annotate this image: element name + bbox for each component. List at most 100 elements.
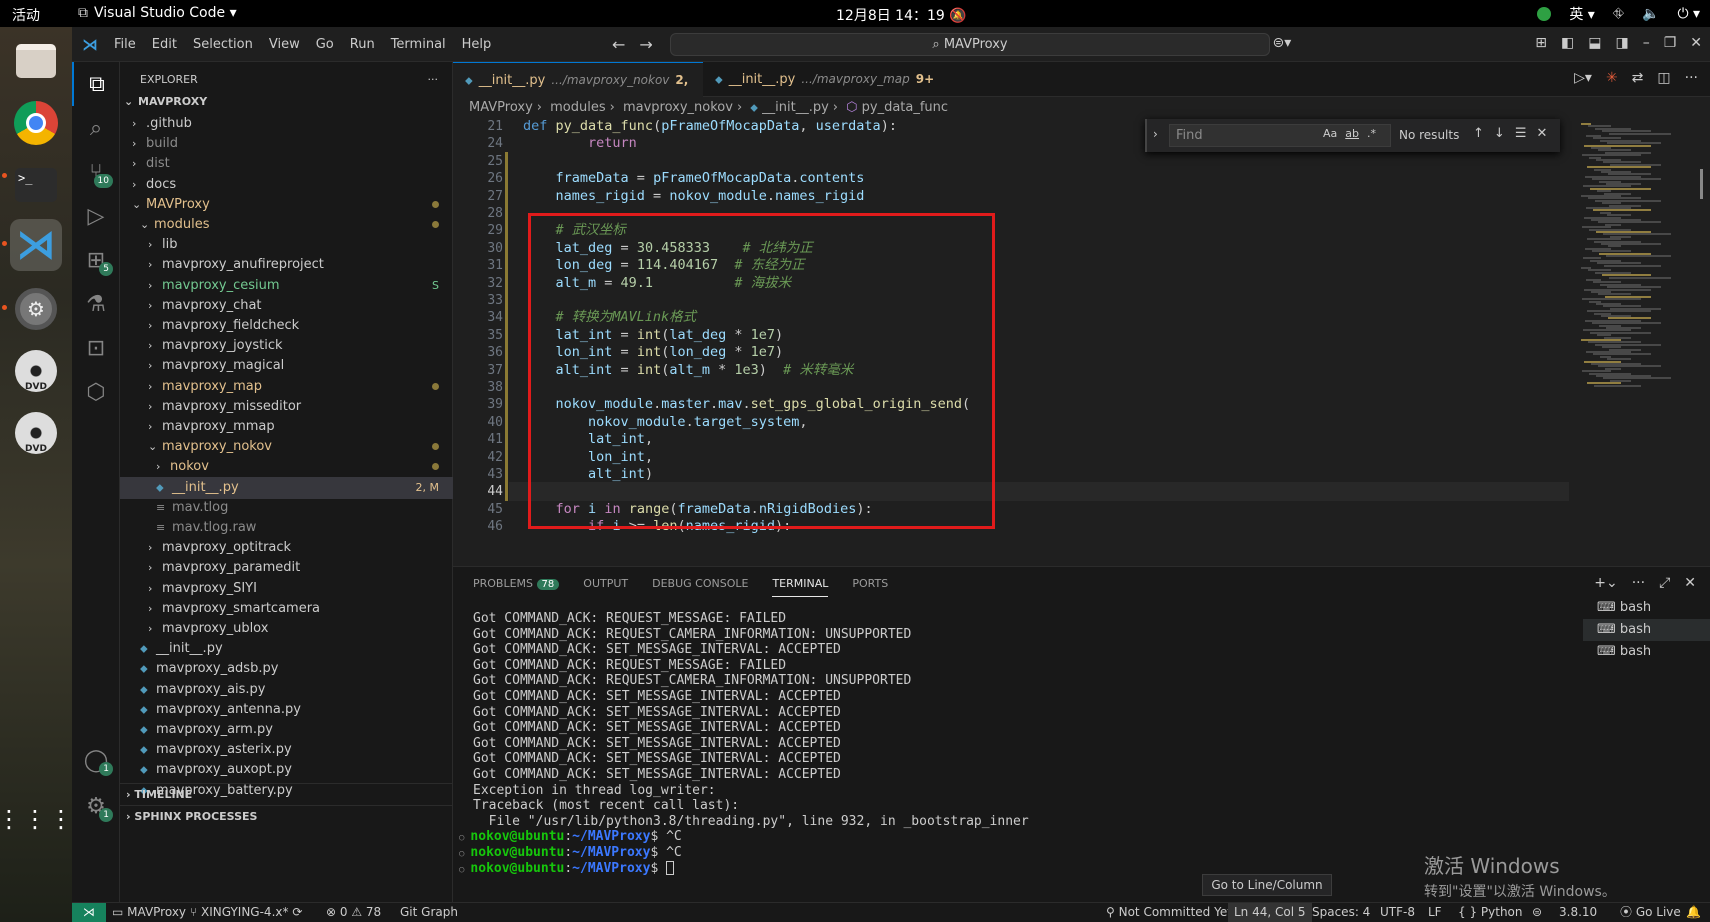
- menu-file[interactable]: File: [114, 37, 136, 52]
- workspace-root[interactable]: ⌄ MAVPROXY: [120, 91, 453, 113]
- breadcrumb-item[interactable]: modules: [550, 100, 606, 115]
- sphinx-section[interactable]: › SPHINX PROCESSES: [120, 805, 453, 827]
- tree-item-mavproxy[interactable]: ⌄ MAVProxy: [120, 194, 453, 216]
- tab-init-map[interactable]: ⬥ __init__.py .../mavproxy_map 9+: [703, 62, 934, 97]
- customize-layout-icon[interactable]: ⊞: [1535, 35, 1547, 51]
- status-eol[interactable]: LF: [1428, 903, 1442, 922]
- network-icon[interactable]: ⛗: [1613, 6, 1624, 22]
- status-go-live[interactable]: ⦿ Go Live: [1620, 903, 1681, 922]
- toggle-replace-icon[interactable]: ›: [1153, 127, 1158, 141]
- restore-icon[interactable]: ❐: [1664, 35, 1677, 51]
- whole-word-toggle[interactable]: ab: [1345, 127, 1359, 140]
- toggle-panel-icon[interactable]: ⬓: [1588, 35, 1601, 51]
- menu-run[interactable]: Run: [350, 37, 375, 52]
- status-folder[interactable]: ▭ MAVProxy: [112, 903, 186, 922]
- git-change-marker[interactable]: [505, 412, 508, 432]
- close-panel-icon[interactable]: ✕: [1684, 575, 1696, 591]
- git-change-marker[interactable]: [505, 273, 508, 293]
- debug-icon[interactable]: ✳: [1606, 70, 1618, 86]
- tree-item-mavproxy-optitrack[interactable]: › mavproxy_optitrack: [120, 537, 453, 559]
- tree-item-mavproxy-anufireproject[interactable]: › mavproxy_anufireproject: [120, 254, 453, 276]
- search-icon[interactable]: ⌕: [72, 106, 120, 150]
- tree-item-mavproxy-paramedit[interactable]: › mavproxy_paramedit: [120, 557, 453, 579]
- git-change-marker[interactable]: [505, 482, 508, 502]
- forward-arrow-icon[interactable]: →: [639, 35, 652, 54]
- code-line[interactable]: frameData = pFrameOfMocapData.contents: [523, 169, 865, 188]
- source-control-icon[interactable]: ⑂ 10: [72, 150, 120, 194]
- breadcrumb-item[interactable]: __init__.py: [762, 100, 829, 115]
- menu-help[interactable]: Help: [462, 37, 492, 52]
- chrome-icon[interactable]: [10, 97, 62, 149]
- tree-item-mavproxy-adsb-py[interactable]: ⬥ mavproxy_adsb.py: [120, 658, 453, 680]
- copilot-icon[interactable]: ⊜▾: [1273, 35, 1292, 51]
- next-match-icon[interactable]: ↓: [1494, 126, 1505, 141]
- git-change-marker[interactable]: [505, 308, 508, 328]
- tree-item-mavproxy-siyi[interactable]: › mavproxy_SIYI: [120, 578, 453, 600]
- status-problems[interactable]: ⊗ 0 ⚠ 78: [326, 903, 381, 922]
- git-change-marker[interactable]: [505, 378, 508, 397]
- vscode-icon[interactable]: ⋊: [10, 219, 62, 271]
- status-app-icon[interactable]: [1537, 7, 1552, 21]
- status-cursor-position[interactable]: Ln 44, Col 5: [1228, 903, 1312, 922]
- editor-scrollbar[interactable]: [1697, 119, 1710, 566]
- tree-item-mavproxy-magical[interactable]: › mavproxy_magical: [120, 355, 453, 377]
- breadcrumb-item[interactable]: py_data_func: [862, 100, 948, 115]
- tree-item-mavproxy-chat[interactable]: › mavproxy_chat: [120, 295, 453, 317]
- testing-icon[interactable]: ⚗: [72, 282, 120, 326]
- tree-item-mavproxy-fieldcheck[interactable]: › mavproxy_fieldcheck: [120, 315, 453, 337]
- tree-item-mavproxy-auxopt-py[interactable]: ⬥ mavproxy_auxopt.py: [120, 759, 453, 781]
- regex-toggle[interactable]: .*: [1367, 127, 1376, 140]
- close-window-icon[interactable]: ✕: [1690, 35, 1702, 51]
- dvd-icon[interactable]: DVD: [10, 407, 62, 459]
- clock[interactable]: 12月8日 14：19 🔕: [836, 5, 967, 25]
- status-branch[interactable]: ⑂ XINGYING-4.x* ⟳: [190, 903, 302, 922]
- minimap[interactable]: [1573, 119, 1697, 566]
- manage-gear-icon[interactable]: ⚙ 1: [72, 784, 120, 828]
- copilot-status-icon[interactable]: ⊜: [1532, 903, 1542, 922]
- git-change-marker[interactable]: [505, 465, 508, 484]
- files-app-icon[interactable]: [10, 35, 62, 87]
- account-icon[interactable]: ◯ 1: [72, 738, 120, 782]
- close-find-icon[interactable]: ✕: [1536, 126, 1547, 141]
- tree-item-mavproxy-ublox[interactable]: › mavproxy_ublox: [120, 618, 453, 640]
- input-method[interactable]: 英 ▾: [1569, 4, 1594, 24]
- command-center[interactable]: ⌕ MAVProxy: [670, 33, 1270, 56]
- tree-item-build[interactable]: › build: [120, 133, 453, 155]
- tree-item-mavproxy-joystick[interactable]: › mavproxy_joystick: [120, 335, 453, 357]
- breadcrumb-item[interactable]: mavproxy_nokov: [623, 100, 733, 115]
- run-debug-icon[interactable]: ▷: [72, 194, 120, 238]
- tree-item-mavproxy-arm-py[interactable]: ⬥ mavproxy_arm.py: [120, 719, 453, 741]
- system-tray[interactable]: 英 ▾ ⛗ 🔈 ⏻ ▾: [1537, 4, 1700, 24]
- git-change-marker[interactable]: [505, 186, 508, 206]
- tree-item-github[interactable]: › .github: [120, 113, 453, 135]
- tree-item-init-py[interactable]: ⬥ __init__.py 2, M: [120, 476, 453, 499]
- status-language[interactable]: { } Python: [1458, 903, 1523, 922]
- tree-item-mavproxy-misseditor[interactable]: › mavproxy_misseditor: [120, 396, 453, 418]
- tree-item-mavproxy-nokov[interactable]: ⌄ mavproxy_nokov: [120, 436, 453, 458]
- tab-ports[interactable]: PORTS: [852, 567, 888, 601]
- terminal-instance[interactable]: ⌨ bash: [1583, 641, 1710, 663]
- tab-init-nokov[interactable]: ⬥__init__.py.../mavproxy_nokov2, M✕: [453, 62, 703, 123]
- split-editor-icon[interactable]: ◫: [1657, 70, 1670, 86]
- git-change-marker[interactable]: [505, 291, 508, 310]
- tree-item-mavproxy-map[interactable]: › mavproxy_map: [120, 376, 453, 398]
- toggle-sidebar-icon[interactable]: ◧: [1561, 35, 1574, 51]
- minimize-icon[interactable]: –: [1643, 35, 1650, 51]
- remote-explorer-icon[interactable]: ⊡: [72, 326, 120, 370]
- git-change-marker[interactable]: [505, 395, 508, 415]
- dvd-icon[interactable]: DVD: [10, 345, 62, 397]
- git-change-marker[interactable]: [505, 447, 508, 467]
- tab-problems[interactable]: PROBLEMS 78: [473, 567, 560, 601]
- git-change-marker[interactable]: [505, 343, 508, 363]
- activities-button[interactable]: 活动: [12, 5, 40, 25]
- toggle-secondary-sidebar-icon[interactable]: ◨: [1615, 35, 1628, 51]
- status-encoding[interactable]: UTF-8: [1380, 903, 1415, 922]
- status-python-version[interactable]: 3.8.10: [1559, 903, 1597, 922]
- git-change-marker[interactable]: [505, 430, 508, 450]
- git-change-marker[interactable]: [505, 360, 508, 380]
- app-menu[interactable]: ⧉ Visual Studio Code ▾: [78, 5, 237, 21]
- tree-item-mavproxy-smartcamera[interactable]: › mavproxy_smartcamera: [120, 598, 453, 620]
- git-change-marker[interactable]: [505, 325, 508, 345]
- menu-go[interactable]: Go: [316, 37, 334, 52]
- power-icon[interactable]: ⏻ ▾: [1677, 6, 1700, 22]
